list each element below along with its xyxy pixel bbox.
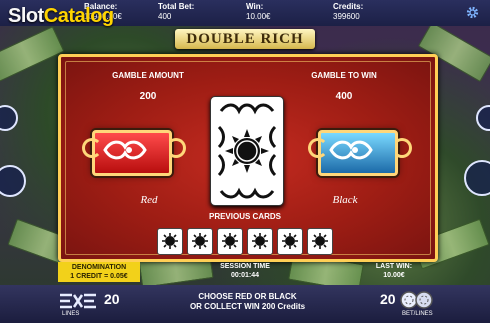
sun-icon — [222, 233, 238, 249]
sun-icon — [312, 233, 328, 249]
credits-label: Credits: — [333, 2, 364, 11]
gamble-to-win-value: 400 — [335, 91, 353, 102]
lines-label: LINES — [62, 311, 80, 317]
left-scroll-ornament — [82, 138, 102, 158]
previous-card — [277, 228, 303, 255]
session-time-value: 00:01:44 — [230, 272, 260, 279]
gamble-amount-value: 200 — [139, 91, 157, 102]
total-bet-label: Total Bet: — [158, 2, 195, 11]
black-label: Black — [332, 194, 358, 206]
previous-card — [247, 228, 273, 255]
logo-text-1: Slot — [8, 5, 44, 27]
red-label: Red — [140, 194, 158, 206]
sun-icon — [282, 233, 298, 249]
sun-icon — [192, 233, 208, 249]
red-ornament-icon — [103, 140, 147, 160]
denomination-label: DENOMINATION — [71, 264, 127, 271]
game-message: CHOOSE RED OR BLACK OR COLLECT WIN 200 C… — [150, 292, 345, 312]
black-ornament-icon — [329, 140, 373, 160]
win-label: Win: — [246, 2, 264, 11]
right-scroll-ornament — [392, 138, 412, 158]
credits-value: 399600 — [333, 12, 360, 21]
denomination-display[interactable]: DENOMINATION 1 CREDIT = 0.05€ — [58, 262, 140, 282]
gamble-to-win-label: GAMBLE TO WIN — [311, 71, 377, 80]
left-scroll-ornament — [308, 138, 328, 158]
total-bet-display: Total Bet: 400 — [158, 2, 194, 22]
card-back-icon — [217, 103, 277, 199]
credits-display: Credits: 399600 — [333, 2, 363, 22]
previous-card — [307, 228, 333, 255]
win-display: Win: 10.00€ — [246, 2, 270, 22]
game-title: DOUBLE RICH — [175, 29, 315, 49]
session-time-display: SESSION TIME 00:01:44 — [198, 262, 292, 280]
win-value: 10.00€ — [246, 12, 271, 21]
session-time-label: SESSION TIME — [220, 263, 270, 270]
previous-card — [187, 228, 213, 255]
gamble-card — [210, 96, 284, 206]
sun-icon — [252, 233, 268, 249]
previous-card — [217, 228, 243, 255]
right-scroll-ornament — [166, 138, 186, 158]
chips-icon[interactable] — [400, 290, 434, 310]
last-win-display: LAST WIN: 10.00€ — [366, 262, 422, 280]
lines-value: 20 — [104, 291, 120, 307]
lines-icon[interactable] — [58, 292, 98, 310]
last-win-value: 10.00€ — [383, 272, 405, 279]
bet-lines-value: 20 — [380, 291, 396, 307]
message-line-1: CHOOSE RED OR BLACK — [198, 292, 297, 301]
gamble-amount-label: GAMBLE AMOUNT — [112, 71, 184, 80]
previous-cards-label: PREVIOUS CARDS — [208, 212, 281, 221]
red-button[interactable] — [92, 130, 172, 176]
last-win-label: LAST WIN: — [375, 263, 413, 270]
gear-icon[interactable] — [465, 5, 480, 20]
logo: SlotCatalog — [8, 5, 114, 27]
bet-lines-label: BET/LINES — [402, 311, 433, 317]
message-line-2: OR COLLECT WIN 200 Credits — [189, 302, 306, 311]
previous-card — [157, 228, 183, 255]
total-bet-value: 400 — [158, 12, 172, 21]
denomination-value: 1 CREDIT = 0.05€ — [70, 273, 128, 280]
logo-text-2: Catalog — [43, 5, 114, 27]
black-button[interactable] — [318, 130, 398, 176]
sun-icon — [162, 233, 178, 249]
